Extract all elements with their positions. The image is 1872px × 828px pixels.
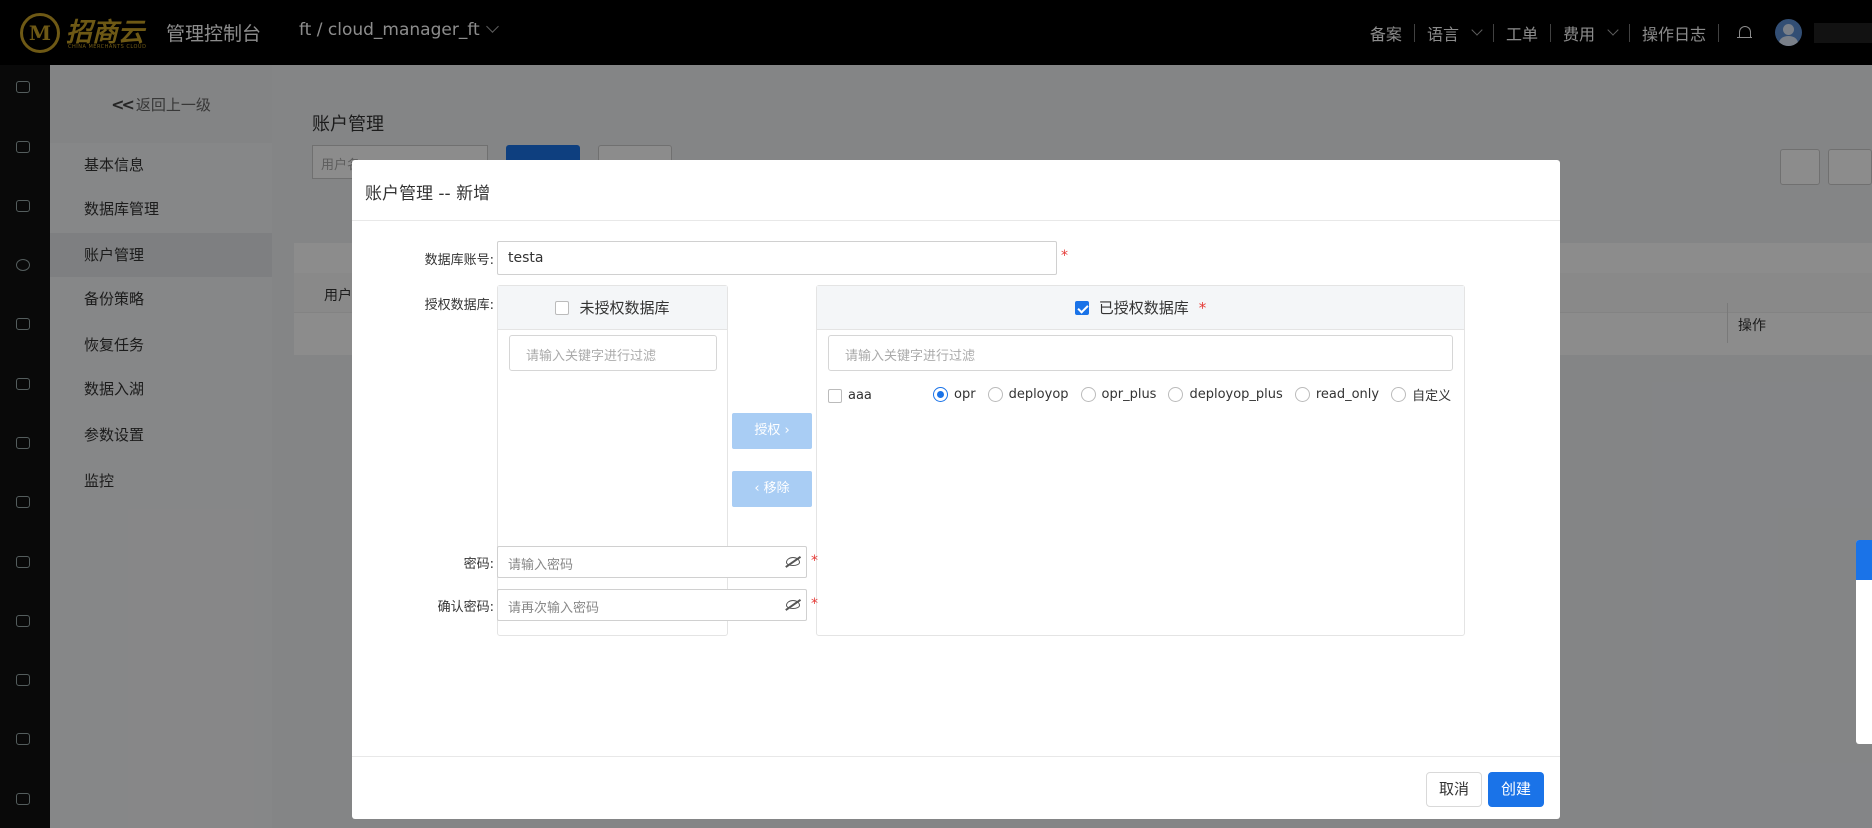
floating-toolbar[interactable] — [1856, 540, 1872, 744]
authorized-db-panel: 已授权数据库 * 请输入关键字进行过滤 aaa opr deployop opr… — [816, 285, 1465, 636]
required-mark: * — [811, 596, 818, 612]
unauthorized-db-panel: 未授权数据库 请输入关键字进行过滤 — [497, 285, 728, 636]
db-item-checkbox[interactable] — [828, 388, 842, 403]
unauthorized-panel-header: 未授权数据库 — [498, 286, 727, 330]
dialog-title: 账户管理 -- 新增 — [365, 184, 491, 204]
support-icon[interactable] — [1856, 540, 1872, 580]
password-input[interactable]: 请输入密码 — [497, 546, 807, 578]
unauthorized-filter-input[interactable]: 请输入关键字进行过滤 — [509, 335, 717, 371]
confirm-password-input[interactable]: 请再次输入密码 — [497, 589, 807, 621]
role-label: 自定义 — [1412, 389, 1452, 404]
eye-hidden-icon[interactable] — [786, 600, 800, 609]
select-all-unauthorized-checkbox[interactable] — [555, 300, 570, 315]
select-all-authorized-checkbox[interactable] — [1074, 300, 1089, 315]
unauthorized-panel-title: 未授权数据库 — [579, 299, 670, 317]
radio-dot — [1080, 387, 1096, 402]
role-radio-opr-plus[interactable]: opr_plus — [1080, 387, 1157, 402]
role-radio-custom[interactable]: 自定义 — [1391, 385, 1451, 404]
db-item-aaa: aaa — [828, 388, 872, 403]
eye-hidden-icon[interactable] — [786, 557, 800, 566]
db-item-label: aaa — [848, 388, 872, 403]
create-button[interactable]: 创建 — [1488, 772, 1544, 807]
add-account-dialog: 账户管理 -- 新增 数据库账号: testa * 授权数据库: 未授权数据库 … — [352, 160, 1560, 819]
required-mark: * — [1198, 298, 1207, 317]
authorized-panel-title: 已授权数据库 — [1098, 299, 1189, 317]
role-label: read_only — [1315, 387, 1380, 402]
authdb-label: 授权数据库: — [424, 298, 494, 313]
role-label: deployop_plus — [1189, 387, 1283, 402]
cancel-button[interactable]: 取消 — [1426, 772, 1482, 807]
authorized-panel-header: 已授权数据库 * — [817, 286, 1464, 330]
remove-label: 移除 — [763, 481, 790, 496]
role-label: opr — [954, 387, 976, 402]
confirm-password-placeholder: 请再次输入密码 — [508, 601, 600, 616]
radio-dot — [1294, 387, 1310, 402]
role-radio-opr[interactable]: opr — [933, 387, 976, 402]
required-mark: * — [1061, 248, 1068, 264]
account-input[interactable]: testa — [497, 241, 1057, 275]
dialog-header: 账户管理 -- 新增 — [352, 160, 1560, 221]
radio-dot — [1168, 387, 1184, 402]
chevron-left-icon: ‹ — [754, 481, 760, 496]
role-radio-deployop[interactable]: deployop — [987, 387, 1069, 402]
remove-button[interactable]: ‹ 移除 — [732, 471, 812, 507]
role-radio-deployop-plus[interactable]: deployop_plus — [1168, 387, 1283, 402]
radio-dot — [987, 387, 1003, 402]
radio-dot — [1391, 387, 1407, 402]
role-radio-group: opr deployop opr_plus deployop_plus read… — [933, 385, 1463, 404]
role-radio-read-only[interactable]: read_only — [1294, 387, 1380, 402]
grant-label: 授权 — [754, 423, 781, 438]
dialog-footer: 取消 创建 — [352, 756, 1560, 819]
role-label: opr_plus — [1101, 387, 1157, 402]
confirm-password-label: 确认密码: — [437, 600, 494, 615]
required-mark: * — [811, 553, 818, 569]
grant-button[interactable]: 授权 › — [732, 413, 812, 449]
role-label: deployop — [1008, 387, 1069, 402]
password-placeholder: 请输入密码 — [508, 558, 574, 573]
account-label: 数据库账号: — [424, 253, 494, 268]
password-label: 密码: — [463, 557, 494, 572]
radio-dot — [933, 387, 948, 402]
chevron-right-icon: › — [784, 423, 790, 438]
authorized-filter-input[interactable]: 请输入关键字进行过滤 — [828, 335, 1453, 371]
